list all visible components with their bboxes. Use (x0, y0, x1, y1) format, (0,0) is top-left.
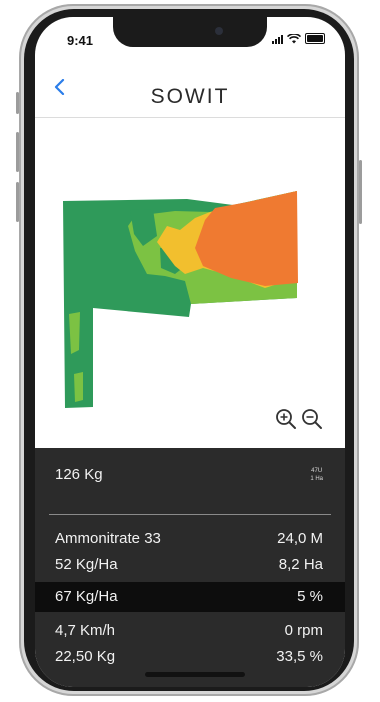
battery-icon (305, 33, 325, 44)
field-map[interactable] (35, 118, 345, 448)
status-time: 9:41 (67, 33, 94, 48)
product-row: Ammonitrate 33 24,0 M (55, 530, 323, 547)
progress-percent: 33,5 % (276, 648, 323, 665)
nav-bar: SOWIT (35, 57, 345, 118)
volume-down-button (16, 182, 19, 222)
total-row: 126 Kg 47U 1 Ha (55, 466, 323, 483)
current-dose-percent: 5 % (297, 588, 323, 605)
rotation: 0 rpm (284, 622, 323, 639)
current-dose: 67 Kg/Ha (55, 588, 118, 605)
mute-switch (16, 92, 19, 114)
app-logo: SOWIT (150, 85, 230, 108)
spread-row: 22,50 Kg 33,5 % (55, 648, 323, 665)
zoom-in-icon[interactable] (275, 408, 297, 430)
target-dose: 52 Kg/Ha (55, 556, 118, 573)
signal-icon (272, 35, 283, 44)
field-zone-green-patch-2 (74, 372, 83, 402)
divider (49, 514, 331, 515)
speed: 4,7 Km/h (55, 622, 116, 639)
zoom-out-icon[interactable] (301, 408, 323, 430)
total-quantity: 126 Kg (55, 466, 103, 483)
volume-up-button (16, 132, 19, 172)
unit-label-top: 47U (311, 467, 323, 474)
data-panel: 126 Kg 47U 1 Ha Ammonitrate 33 24,0 M 52… (35, 448, 345, 687)
app-screen: 9:41 SOWIT 126 Kg 47U 1 Ha Ammonitrate 3… (35, 17, 345, 687)
unit-label: 47U 1 Ha (310, 467, 323, 483)
spread-weight: 22,50 Kg (55, 648, 116, 665)
notch (113, 17, 267, 47)
unit-label-bottom: 1 Ha (310, 475, 323, 482)
product-name: Ammonitrate 33 (55, 530, 161, 547)
map-area[interactable] (35, 118, 345, 448)
power-button (359, 160, 362, 224)
dose-row: 52 Kg/Ha 8,2 Ha (55, 556, 323, 573)
current-dose-row: 67 Kg/Ha 5 % (55, 588, 323, 605)
wifi-icon (287, 34, 301, 44)
working-width: 24,0 M (277, 530, 323, 547)
field-area: 8,2 Ha (278, 556, 323, 573)
speed-row: 4,7 Km/h 0 rpm (55, 622, 323, 639)
status-icons (272, 33, 325, 44)
home-indicator[interactable] (145, 672, 245, 677)
